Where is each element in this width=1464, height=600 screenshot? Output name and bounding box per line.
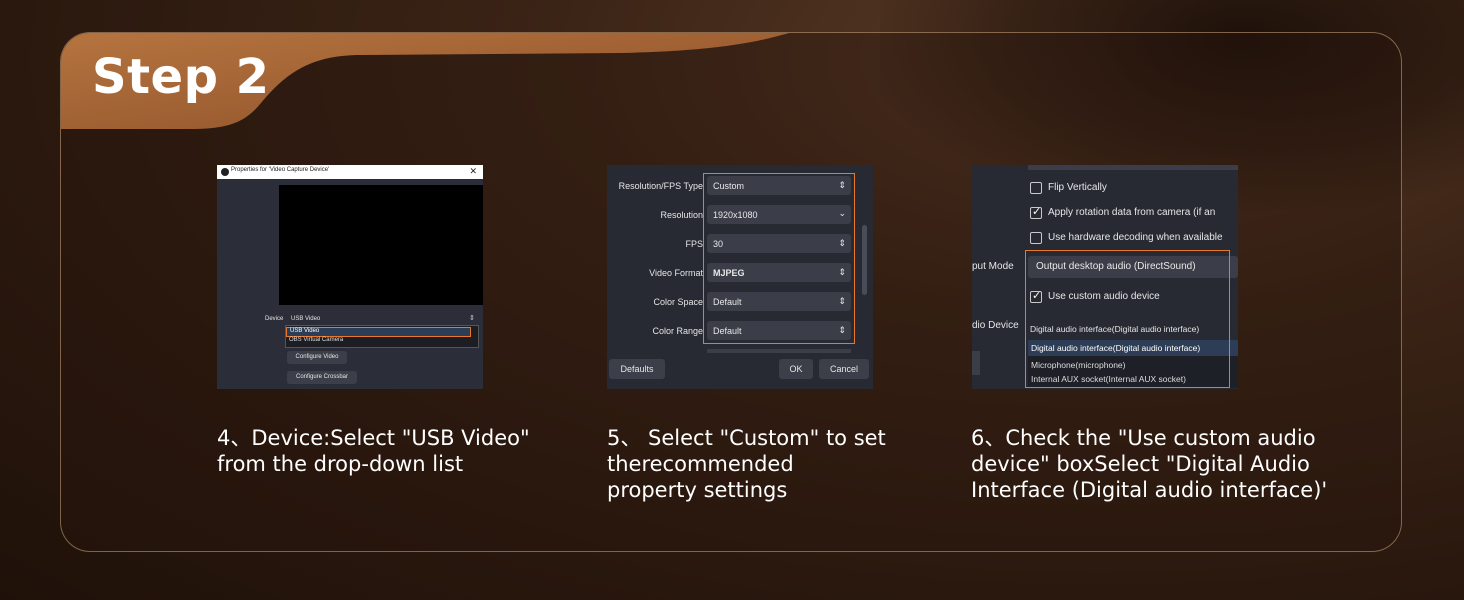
ok-button[interactable]: OK xyxy=(779,359,813,379)
step-6-caption: 6、Check the "Use custom audio device" bo… xyxy=(971,426,1328,502)
hardware-decoding-label: Use hardware decoding when available xyxy=(1048,232,1223,243)
device-properties-screenshot: Properties for 'Video Capture Device' ✕ … xyxy=(217,165,483,389)
scrollbar[interactable] xyxy=(862,225,867,295)
device-value[interactable]: USB Video xyxy=(291,316,320,322)
dropdown-option-label: USB Video xyxy=(290,328,320,334)
apply-rotation-label: Apply rotation data from camera (if an xyxy=(1048,207,1216,218)
flip-vertically-label: Flip Vertically xyxy=(1048,182,1107,193)
color-range-label: Color Range xyxy=(652,326,703,336)
step-title: Step 2 xyxy=(92,49,270,105)
color-space-label: Color Space xyxy=(653,297,703,307)
window-titlebar: Properties for 'Video Capture Device' ✕ xyxy=(217,165,483,179)
configure-video-button[interactable]: Configure Video xyxy=(287,351,347,364)
video-format-label: Video Format xyxy=(649,268,703,278)
window-title: Properties for 'Video Capture Device' xyxy=(231,167,330,173)
output-mode-label: put Mode xyxy=(972,261,1014,272)
resolution-label: Resolution xyxy=(660,210,703,220)
chevron-updown-icon: ⇕ xyxy=(469,315,475,322)
dropdown-option-obs-virtual-camera[interactable]: OBS Virtual Camera xyxy=(289,337,343,343)
highlight-box xyxy=(1025,250,1230,388)
hardware-decoding-checkbox[interactable] xyxy=(1030,232,1042,244)
obs-logo-icon xyxy=(221,168,229,176)
step-5-caption: 5、 Select "Custom" to set therecommended… xyxy=(607,426,886,502)
apply-rotation-checkbox[interactable] xyxy=(1030,205,1042,219)
device-label: Device xyxy=(265,316,284,322)
fps-label: FPS xyxy=(685,239,703,249)
top-strip xyxy=(1028,165,1238,170)
step-tab: Step 2 xyxy=(61,33,801,133)
resolution-fps-type-label: Resolution/FPS Type xyxy=(618,181,703,191)
step-4-caption: 4、Device:Select "USB Video" from the dro… xyxy=(217,426,530,476)
highlight-box xyxy=(703,173,855,344)
audio-device-label: dio Device xyxy=(972,320,1019,331)
configure-crossbar-button[interactable]: Configure Crossbar xyxy=(287,371,357,384)
left-button-stub xyxy=(972,351,980,375)
video-settings-screenshot: Resolution/FPS Type Custom ⇕ Resolution … xyxy=(607,165,873,389)
device-dropdown-list: USB Video OBS Virtual Camera xyxy=(285,325,479,348)
video-preview xyxy=(279,185,483,305)
defaults-button[interactable]: Defaults xyxy=(609,359,665,379)
close-icon[interactable]: ✕ xyxy=(469,166,477,177)
divider xyxy=(707,349,851,353)
audio-settings-screenshot: Flip Vertically Apply rotation data from… xyxy=(972,165,1238,389)
step-panel: Step 2 Properties for 'Video Capture Dev… xyxy=(60,32,1402,552)
dropdown-option-usb-video[interactable]: USB Video xyxy=(286,327,471,337)
cancel-button[interactable]: Cancel xyxy=(819,359,869,379)
flip-vertically-checkbox[interactable] xyxy=(1030,182,1042,194)
